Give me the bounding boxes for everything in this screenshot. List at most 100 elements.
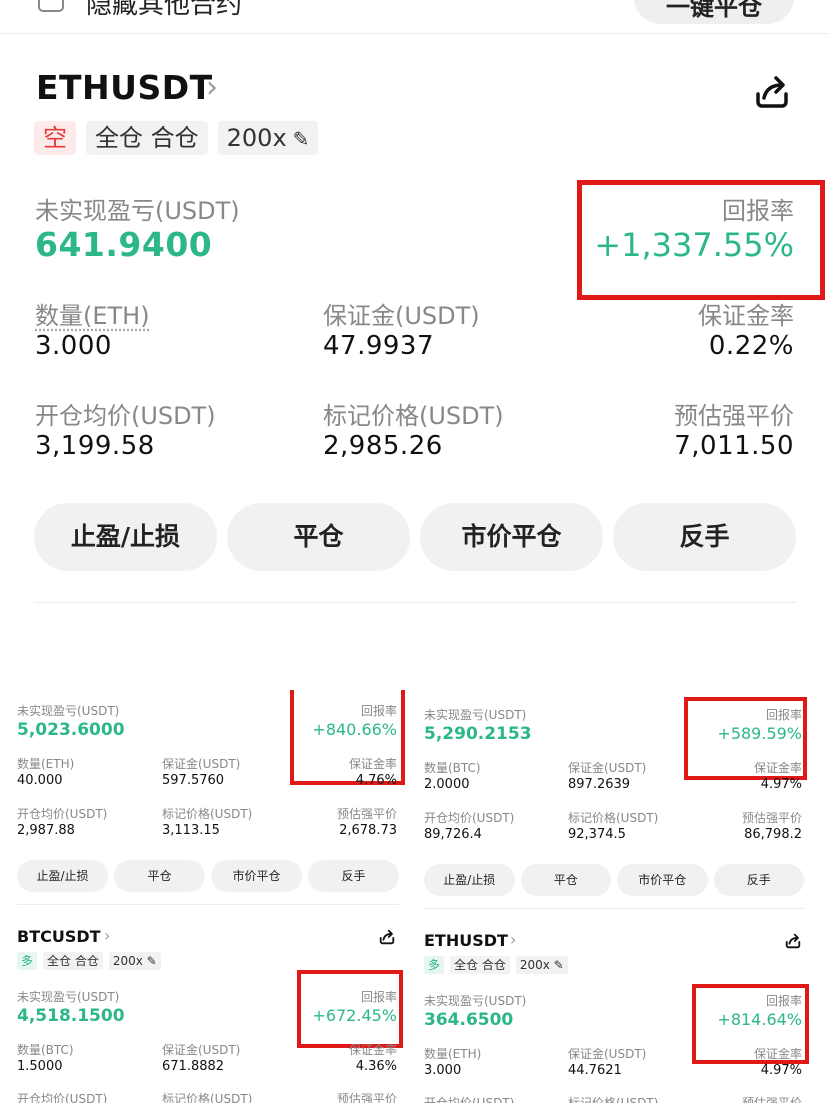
- position-card-ethusdt-long: ETHUSDT › 多 全仓 合仓 200x ✎ 未实现盈亏(USDT) 364…: [410, 922, 828, 1103]
- close-position-button[interactable]: 平仓: [227, 503, 410, 571]
- side-badge: 多: [424, 956, 445, 974]
- liquidation-price-label: 预估强平价: [741, 1096, 802, 1103]
- margin-rate-label: 保证金率: [753, 761, 802, 775]
- quantity-value: 3.000: [35, 331, 112, 361]
- unrealized-pnl-value: 4,518.1500: [17, 1006, 125, 1026]
- unrealized-pnl-label: 未实现盈亏(USDT): [35, 197, 240, 225]
- position-card-btcusdt: BTCUSDT › 多 全仓 合仓 200x ✎ 未实现盈亏(USDT) 4,5…: [0, 918, 410, 1103]
- margin-rate-label: 保证金率: [753, 1047, 802, 1061]
- share-icon[interactable]: [752, 72, 792, 112]
- margin-rate-value: 4.97%: [760, 1063, 802, 1078]
- margin-rate-value: 4.36%: [355, 1059, 397, 1074]
- close-all-button[interactable]: 一键平仓: [634, 0, 794, 24]
- liquidation-price-label: 预估强平价: [741, 811, 802, 825]
- entry-price-label: 开仓均价(USDT): [17, 807, 108, 821]
- hide-other-contracts-label: 隐藏其他合约: [86, 0, 243, 20]
- unrealized-pnl-label: 未实现盈亏(USDT): [424, 994, 527, 1008]
- entry-price-label: 开仓均价(USDT): [424, 1096, 515, 1103]
- leverage-badge[interactable]: 200x ✎: [108, 952, 161, 970]
- roi-highlight-box: [297, 970, 403, 1048]
- chevron-right-icon[interactable]: ›: [206, 70, 218, 105]
- position-symbol[interactable]: BTCUSDT: [17, 927, 101, 946]
- chevron-right-icon[interactable]: ›: [104, 926, 110, 945]
- position-actions: 止盈/止损 平仓 市价平仓 反手: [424, 864, 804, 896]
- margin-mode-badge: 全仓 合仓: [43, 952, 103, 970]
- entry-price-value: 3,199.58: [35, 431, 155, 461]
- entry-price-label: 开仓均价(USDT): [17, 1092, 108, 1103]
- entry-price-value: 89,726.4: [424, 827, 482, 842]
- position-symbol[interactable]: ETHUSDT: [424, 931, 508, 950]
- position-actions: 止盈/止损 平仓 市价平仓 反手: [34, 503, 796, 571]
- close-position-button[interactable]: 平仓: [520, 864, 611, 896]
- entry-price-value: 2,987.88: [17, 823, 75, 838]
- share-icon[interactable]: [378, 928, 396, 946]
- liquidation-price-value: 2,678.73: [339, 823, 397, 838]
- unrealized-pnl-value: 364.6500: [424, 1010, 514, 1030]
- mark-price-label: 标记价格(USDT): [568, 811, 659, 825]
- margin-rate-value: 4.76%: [355, 773, 397, 788]
- margin-rate-label: 保证金率: [348, 757, 397, 771]
- mark-price-value: 2,985.26: [323, 431, 443, 461]
- quantity-label[interactable]: 数量(ETH): [35, 296, 150, 331]
- liquidation-price-value: 7,011.50: [674, 431, 794, 461]
- quantity-value: 40.000: [17, 773, 63, 788]
- liquidation-price-label: 预估强平价: [674, 402, 794, 430]
- side-badge: 空: [34, 121, 76, 155]
- position-tags: 空 全仓 合仓 200x ✎: [34, 121, 319, 155]
- tp-sl-button[interactable]: 止盈/止损: [34, 503, 217, 571]
- divider: [424, 908, 804, 909]
- unrealized-pnl-value: 641.9400: [35, 225, 213, 264]
- reverse-button[interactable]: 反手: [713, 864, 804, 896]
- margin-value: 897.2639: [568, 777, 631, 792]
- market-close-button[interactable]: 市价平仓: [211, 860, 302, 892]
- side-badge: 多: [17, 952, 38, 970]
- liquidation-price-value: 86,798.2: [744, 827, 802, 842]
- leverage-badge[interactable]: 200x ✎: [217, 121, 319, 155]
- liquidation-price-label: 预估强平价: [336, 1092, 397, 1103]
- market-close-button[interactable]: 市价平仓: [617, 864, 708, 896]
- quantity-label: 数量(BTC): [424, 761, 481, 775]
- margin-value: 597.5760: [162, 773, 225, 788]
- close-position-button[interactable]: 平仓: [114, 860, 205, 892]
- margin-value: 671.8882: [162, 1059, 225, 1074]
- position-tags: 多 全仓 合仓 200x ✎: [424, 956, 568, 974]
- leverage-badge[interactable]: 200x ✎: [515, 956, 568, 974]
- margin-label: 保证金(USDT): [162, 757, 241, 771]
- entry-price-label: 开仓均价(USDT): [35, 402, 216, 430]
- market-close-button[interactable]: 市价平仓: [420, 503, 603, 571]
- mark-price-label: 标记价格(USDT): [162, 1092, 253, 1103]
- quantity-value: 3.000: [424, 1063, 462, 1078]
- reverse-button[interactable]: 反手: [613, 503, 796, 571]
- mark-price-label: 标记价格(USDT): [323, 402, 504, 430]
- chevron-right-icon[interactable]: ›: [510, 930, 516, 949]
- tp-sl-button[interactable]: 止盈/止损: [17, 860, 108, 892]
- edit-icon[interactable]: ✎: [293, 127, 310, 151]
- position-card-btc-2: 未实现盈亏(USDT) 5,290.2153 回报率 +589.59% 数量(B…: [410, 694, 828, 909]
- quantity-label: 数量(ETH): [424, 1047, 482, 1061]
- hide-other-contracts-checkbox[interactable]: [38, 0, 64, 12]
- unrealized-pnl-label: 未实现盈亏(USDT): [424, 708, 527, 722]
- unrealized-pnl-label: 未实现盈亏(USDT): [17, 704, 120, 718]
- reverse-button[interactable]: 反手: [308, 860, 399, 892]
- liquidation-price-label: 预估强平价: [336, 807, 397, 821]
- share-icon[interactable]: [784, 932, 802, 950]
- margin-label: 保证金(USDT): [568, 1047, 647, 1061]
- entry-price-label: 开仓均价(USDT): [424, 811, 515, 825]
- margin-label: 保证金(USDT): [162, 1043, 241, 1057]
- margin-rate-value: 0.22%: [708, 331, 794, 361]
- tp-sl-button[interactable]: 止盈/止损: [424, 864, 515, 896]
- divider: [34, 602, 796, 603]
- top-bar: 隐藏其他合约 一键平仓: [0, 0, 828, 34]
- margin-mode-badge: 全仓 合仓: [86, 121, 208, 155]
- position-symbol[interactable]: ETHUSDT: [36, 68, 213, 107]
- position-actions: 止盈/止损 平仓 市价平仓 反手: [17, 860, 399, 892]
- margin-mode-badge: 全仓 合仓: [450, 956, 510, 974]
- quantity-value: 1.5000: [17, 1059, 63, 1074]
- mark-price-value: 3,113.15: [162, 823, 220, 838]
- mark-price-value: 92,374.5: [568, 827, 626, 842]
- margin-rate-label: 保证金率: [698, 302, 794, 330]
- margin-rate-label: 保证金率: [348, 1043, 397, 1057]
- unrealized-pnl-value: 5,290.2153: [424, 724, 532, 744]
- quantity-label: 数量(BTC): [17, 1043, 74, 1057]
- margin-value: 47.9937: [323, 331, 435, 361]
